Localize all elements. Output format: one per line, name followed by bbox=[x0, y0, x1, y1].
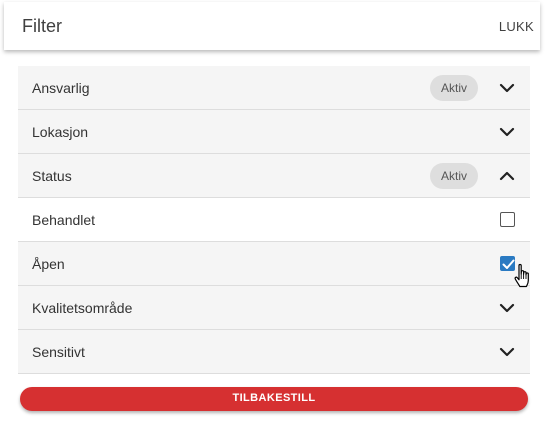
filter-label: Ansvarlig bbox=[32, 80, 90, 96]
dialog-header: Filter LUKK bbox=[4, 2, 540, 50]
status-badge: Aktiv bbox=[429, 75, 478, 101]
chevron-up-icon[interactable] bbox=[499, 168, 515, 184]
filter-row-lokasjon[interactable]: Lokasjon bbox=[18, 110, 530, 154]
chevron-down-icon[interactable] bbox=[499, 80, 515, 96]
reset-button[interactable]: TILBAKESTILL bbox=[20, 387, 528, 411]
filter-row-kvalitetsomrade[interactable]: Kvalitetsområde bbox=[18, 286, 530, 330]
filter-label: Status bbox=[32, 168, 72, 184]
filter-row-status[interactable]: Status Aktiv bbox=[18, 154, 530, 198]
filter-list: Ansvarlig Aktiv Lokasjon Status Aktiv Be… bbox=[18, 66, 530, 374]
filter-dialog: Filter LUKK Ansvarlig Aktiv Lokasjon Sta… bbox=[0, 0, 550, 447]
filter-row-sensitivt[interactable]: Sensitivt bbox=[18, 330, 530, 374]
filter-row-ansvarlig[interactable]: Ansvarlig Aktiv bbox=[18, 66, 530, 110]
chevron-down-icon[interactable] bbox=[499, 300, 515, 316]
chevron-down-icon[interactable] bbox=[499, 124, 515, 140]
close-button[interactable]: LUKK bbox=[499, 19, 534, 34]
status-badge: Aktiv bbox=[429, 163, 478, 189]
filter-option-behandlet[interactable]: Behandlet bbox=[18, 198, 530, 242]
filter-label: Kvalitetsområde bbox=[32, 300, 133, 316]
filter-option-apen[interactable]: Åpen bbox=[18, 242, 530, 286]
option-label: Behandlet bbox=[32, 212, 96, 228]
behandlet-checkbox[interactable] bbox=[500, 212, 515, 227]
apen-checkbox[interactable] bbox=[500, 256, 515, 271]
filter-label: Lokasjon bbox=[32, 124, 89, 140]
filter-label: Sensitivt bbox=[32, 344, 85, 360]
dialog-title: Filter bbox=[22, 16, 62, 36]
chevron-down-icon[interactable] bbox=[499, 344, 515, 360]
checkmark-icon bbox=[502, 259, 515, 269]
option-label: Åpen bbox=[32, 256, 65, 272]
